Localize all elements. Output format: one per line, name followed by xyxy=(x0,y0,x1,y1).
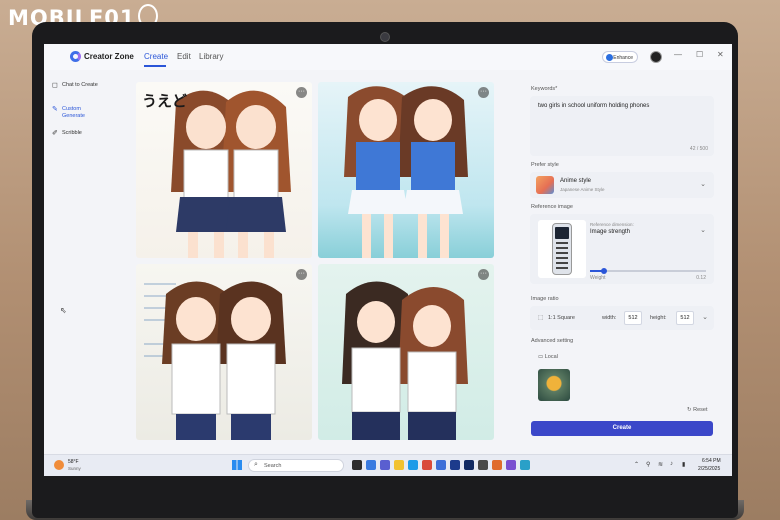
task-view-icon[interactable] xyxy=(352,460,362,470)
search-icon: ⌕ xyxy=(254,461,258,468)
tray-overflow-icon[interactable]: ⌃ xyxy=(634,461,639,468)
volume-icon[interactable]: ♪ xyxy=(670,461,673,467)
anime-girls-illustration xyxy=(344,86,468,258)
adobe-app-icon[interactable] xyxy=(464,460,474,470)
style-name: Anime style xyxy=(560,178,592,184)
reset-button[interactable]: ↻ Reset xyxy=(687,407,708,413)
height-input[interactable]: 512 xyxy=(676,311,694,325)
edge-browser-icon[interactable] xyxy=(408,460,418,470)
more-options-icon[interactable]: ··· xyxy=(296,269,307,280)
height-label: height: xyxy=(650,315,667,321)
reference-image-thumbnail[interactable] xyxy=(538,220,586,278)
reference-dimension-value[interactable]: Image strength xyxy=(590,229,630,235)
width-input[interactable]: 512 xyxy=(624,311,642,325)
tab-create[interactable]: Create xyxy=(144,52,168,61)
windows-taskbar: 58°F Sunny ⌕ Search ⌃ ⚲ ≋ ♪ ▮ 6:54 PM 2/… xyxy=(44,454,732,476)
taskbar-search-input[interactable]: ⌕ Search xyxy=(248,459,344,472)
reference-image-label: Reference image xyxy=(531,204,573,210)
weather-temperature[interactable]: 58°F xyxy=(68,459,79,465)
windows-start-icon[interactable] xyxy=(232,460,242,470)
webcam-icon xyxy=(380,32,390,42)
network-icon[interactable]: ⚲ xyxy=(646,461,650,468)
settings-icon[interactable] xyxy=(478,460,488,470)
keywords-char-count: 42 / 500 xyxy=(689,146,708,152)
width-label: width: xyxy=(602,315,617,321)
search-placeholder: Search xyxy=(264,463,282,469)
app-title: Creator Zone xyxy=(84,52,134,61)
wifi-icon[interactable]: ≋ xyxy=(658,461,663,468)
anime-style-thumbnail xyxy=(536,176,554,194)
tab-library[interactable]: Library xyxy=(199,52,223,61)
keywords-input[interactable]: two girls in school uniform holding phon… xyxy=(530,96,714,156)
clock-date[interactable]: 2/25/2025 xyxy=(698,466,720,472)
generated-image-1[interactable]: うえど ··· xyxy=(136,82,312,258)
file-explorer-icon[interactable] xyxy=(394,460,404,470)
battery-icon[interactable]: ▮ xyxy=(682,461,685,468)
weight-label: Weight xyxy=(590,275,606,281)
chrome-icon[interactable] xyxy=(492,460,502,470)
creator-zone-logo-icon xyxy=(70,51,81,62)
title-bar: Creator Zone Create Edit Library Enhance… xyxy=(44,44,732,70)
reference-dimension-label: Reference dimension: xyxy=(590,222,634,227)
active-tab-indicator xyxy=(144,65,166,67)
phone-link-icon[interactable] xyxy=(520,460,530,470)
prefer-style-dropdown[interactable]: Anime style Japanese Anime Style ⌄ xyxy=(530,172,714,198)
monitor-icon: ▭ xyxy=(538,354,545,360)
brush-icon: ✎ xyxy=(52,106,58,113)
sidebar-item-chat-to-create[interactable]: ◻ Chat to Create xyxy=(52,82,112,89)
mouse-cursor-icon: ⇖ xyxy=(60,306,67,315)
store-icon[interactable] xyxy=(436,460,446,470)
generated-image-2[interactable]: ··· xyxy=(318,82,494,258)
creator-zone-taskbar-icon[interactable] xyxy=(506,460,516,470)
chevron-down-icon[interactable]: ⌄ xyxy=(700,226,706,234)
local-model-thumbnail[interactable] xyxy=(538,369,570,401)
ratio-value: 1:1 Square xyxy=(548,315,575,321)
weight-value: 0.12 xyxy=(696,275,706,281)
create-button[interactable]: Create xyxy=(531,421,713,436)
image-caption-text: うえど xyxy=(142,92,188,110)
anime-girls-illustration xyxy=(342,281,468,440)
advanced-setting-label: Advanced setting xyxy=(531,338,574,344)
prefer-style-label: Prefer style xyxy=(531,162,559,168)
enhance-check-icon xyxy=(606,54,613,61)
more-options-icon[interactable]: ··· xyxy=(478,87,489,98)
weather-sun-icon[interactable] xyxy=(54,460,64,470)
sidebar-item-custom-generate[interactable]: ✎ Custom Generate xyxy=(52,106,102,120)
weather-description[interactable]: Sunny xyxy=(68,466,81,471)
weight-slider-handle[interactable] xyxy=(600,268,607,274)
reference-image-panel: Reference dimension: Image strength ⌄ We… xyxy=(530,214,714,284)
lenovo-app-icon[interactable] xyxy=(450,460,460,470)
keywords-value: two girls in school uniform holding phon… xyxy=(538,103,650,109)
pen-icon: ✐ xyxy=(52,130,58,137)
sidebar-item-scribble[interactable]: ✐ Scribble xyxy=(52,130,82,137)
chevron-down-icon: ⌄ xyxy=(700,181,706,188)
square-ratio-icon: ⬚ xyxy=(538,315,544,321)
tab-edit[interactable]: Edit xyxy=(177,52,191,61)
app-screen: Creator Zone Create Edit Library Enhance… xyxy=(44,44,732,476)
more-options-icon[interactable]: ··· xyxy=(478,269,489,280)
office-icon[interactable] xyxy=(422,460,432,470)
widgets-icon[interactable] xyxy=(366,460,376,470)
style-description: Japanese Anime Style xyxy=(560,187,605,192)
image-ratio-label: Image ratio xyxy=(531,296,559,302)
generated-image-4[interactable]: ··· xyxy=(318,264,494,440)
more-options-icon[interactable]: ··· xyxy=(296,87,307,98)
maximize-button[interactable]: ☐ xyxy=(696,50,703,59)
generated-image-3[interactable]: ··· xyxy=(136,264,312,440)
chevron-down-icon[interactable]: ⌄ xyxy=(702,313,708,321)
chat-icon: ◻ xyxy=(52,82,58,89)
keywords-label: Keywords* xyxy=(531,86,558,92)
local-source-tab[interactable]: ▭ Local xyxy=(538,354,558,360)
phone-icon xyxy=(552,223,572,275)
profile-avatar-icon[interactable] xyxy=(650,51,662,63)
teams-icon[interactable] xyxy=(380,460,390,470)
close-button[interactable]: ✕ xyxy=(717,50,724,59)
enhance-button[interactable]: Enhance xyxy=(602,51,638,63)
image-ratio-dropdown[interactable]: ⬚ 1:1 Square width: 512 height: 512 ⌄ xyxy=(530,306,714,330)
weight-slider[interactable] xyxy=(590,268,706,274)
clock-time[interactable]: 6:54 PM xyxy=(702,458,721,464)
anime-girls-illustration xyxy=(144,281,286,440)
minimize-button[interactable]: — xyxy=(674,50,682,59)
